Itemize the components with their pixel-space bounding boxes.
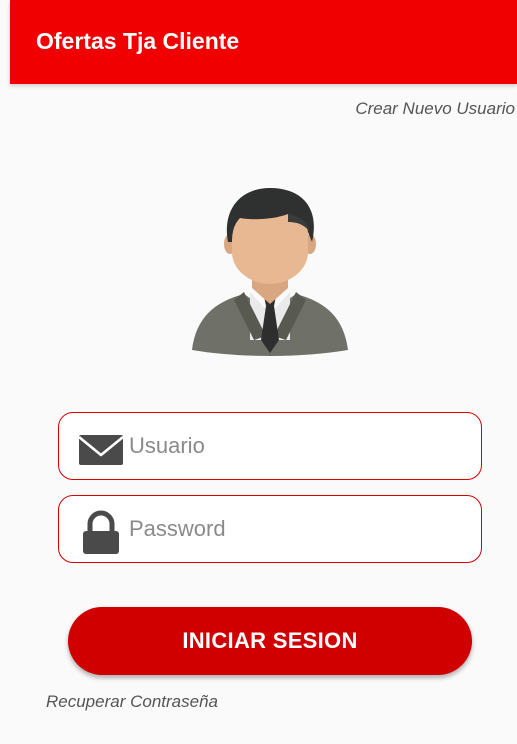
password-field[interactable] [58, 495, 482, 563]
app-bar: Ofertas Tja Cliente [10, 0, 517, 84]
recover-password-link[interactable]: Recuperar Contraseña [46, 692, 218, 712]
envelope-icon [78, 435, 124, 465]
username-input[interactable] [129, 413, 469, 479]
login-screen: Ofertas Tja Cliente Crear Nuevo Usuario [0, 0, 517, 744]
lock-icon [83, 510, 119, 554]
login-button[interactable]: INICIAR SESION [68, 607, 472, 675]
user-avatar-icon [192, 188, 348, 356]
username-field[interactable] [58, 412, 482, 480]
password-input[interactable] [129, 496, 469, 562]
app-title: Ofertas Tja Cliente [36, 28, 240, 54]
create-user-link[interactable]: Crear Nuevo Usuario [355, 99, 515, 119]
